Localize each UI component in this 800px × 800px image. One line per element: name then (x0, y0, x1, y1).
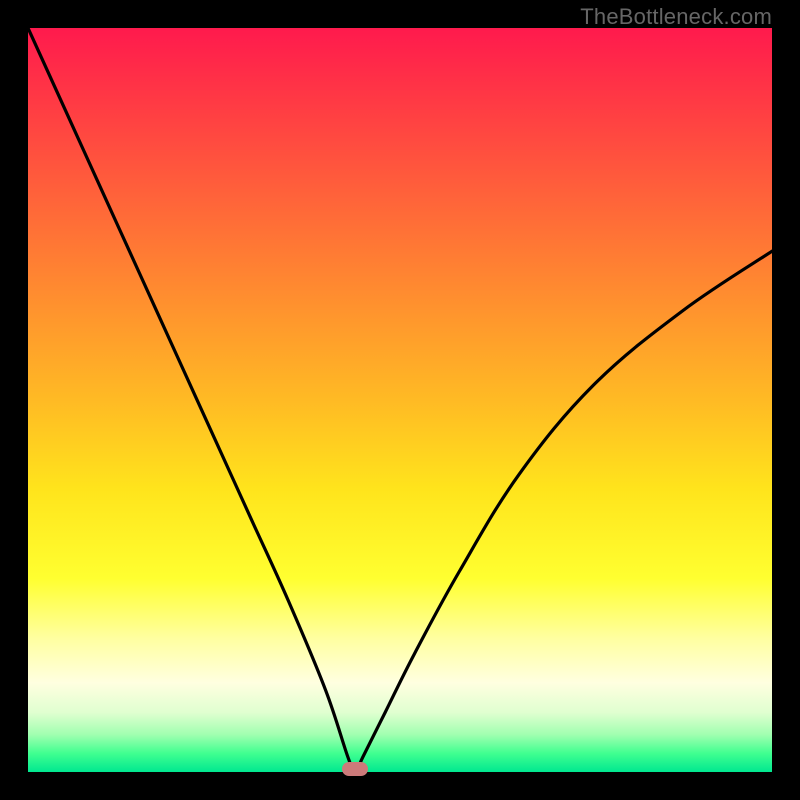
bottleneck-curve (28, 28, 772, 772)
chart-frame: TheBottleneck.com (0, 0, 800, 800)
watermark-text: TheBottleneck.com (580, 4, 772, 30)
plot-area (28, 28, 772, 772)
minimum-marker (342, 762, 368, 776)
